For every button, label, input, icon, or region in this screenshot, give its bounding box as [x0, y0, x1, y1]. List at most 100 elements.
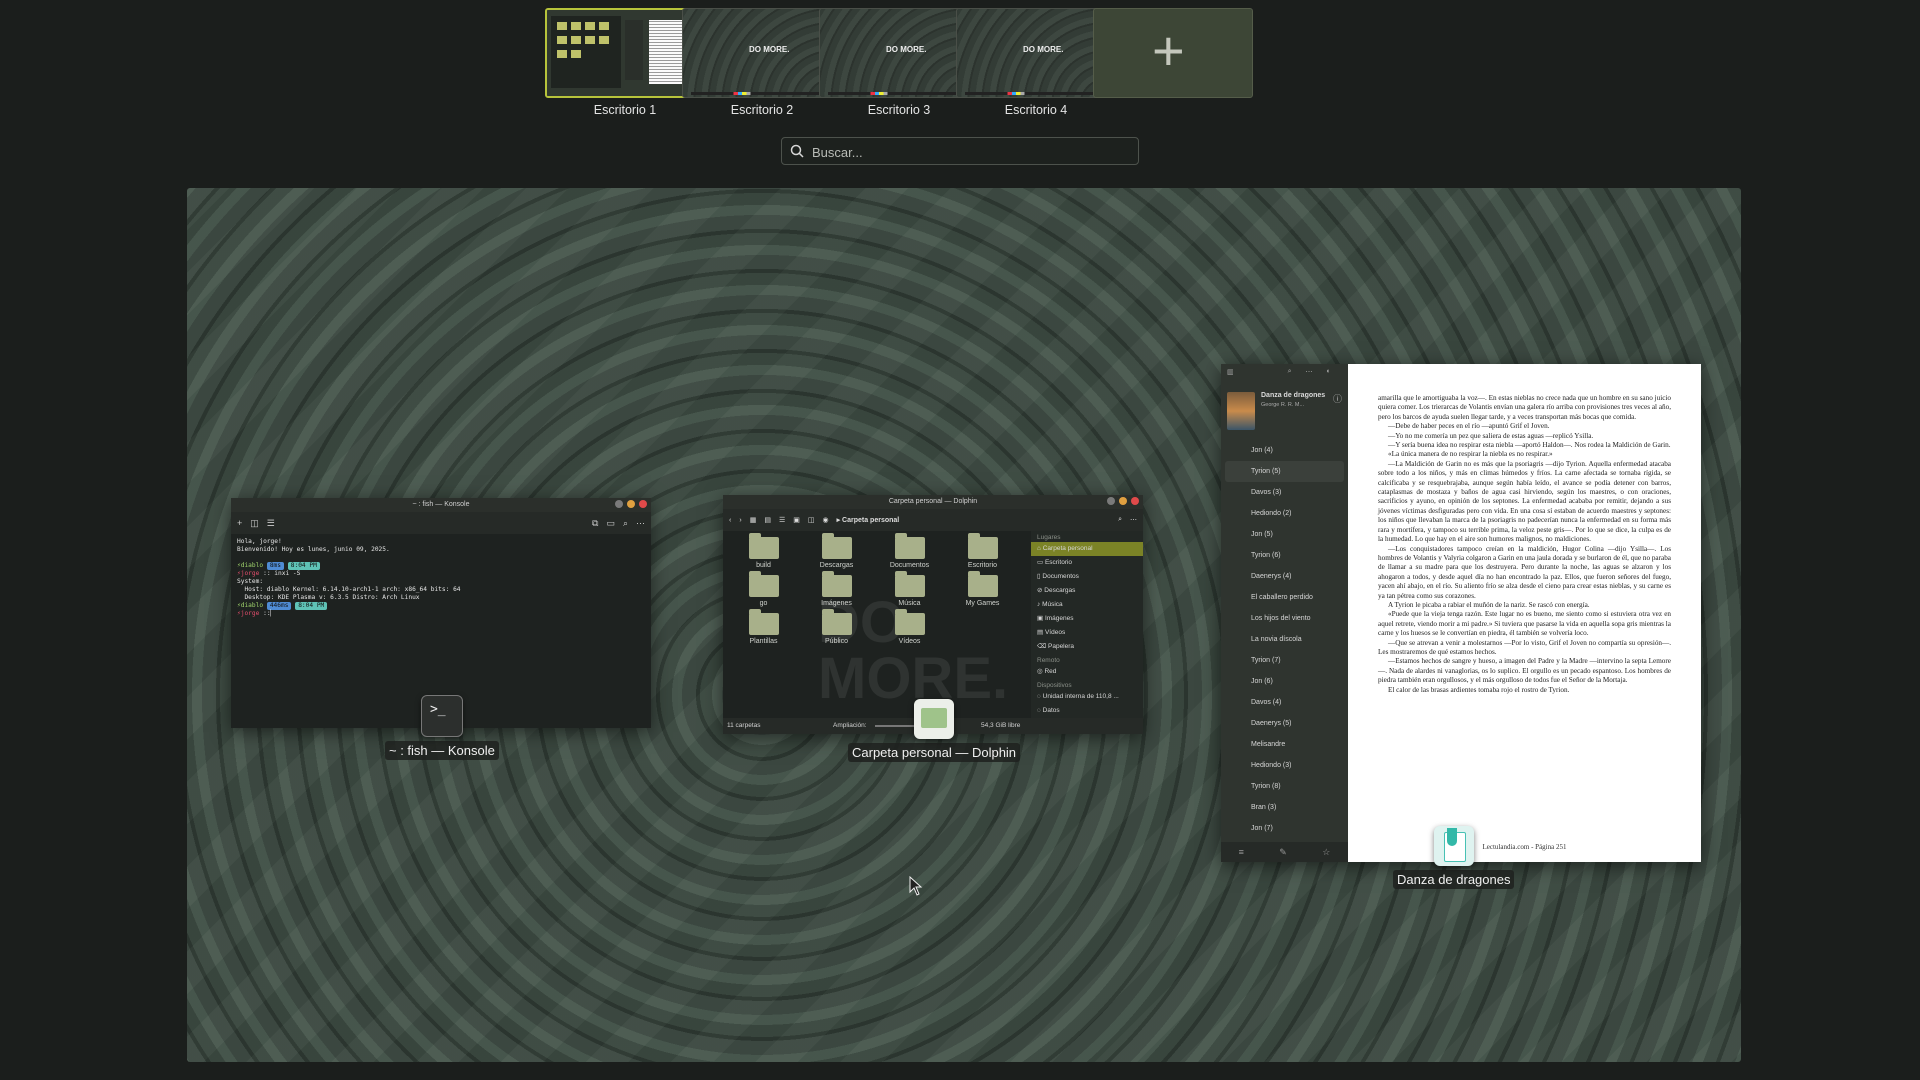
window-label: Danza de dragones: [1393, 870, 1515, 889]
window-titlebar[interactable]: ~ : fish — Konsole: [231, 498, 651, 512]
add-desktop-button[interactable]: +: [1093, 8, 1253, 98]
wallpaper-text: DO MORE.: [818, 590, 1009, 711]
back-icon[interactable]: ‹: [729, 517, 731, 524]
toc-item[interactable]: Tyrion (7): [1221, 650, 1348, 671]
folder-icon: [748, 571, 779, 597]
konsole-window[interactable]: ~ : fish — Konsole + ◫ ☰ ⧉ ▭ ⌕ ⋯ Hola, j…: [231, 498, 651, 728]
toc-item[interactable]: Daenerys (4): [1221, 566, 1348, 587]
toc-item[interactable]: La novia díscola: [1221, 629, 1348, 650]
annotations-tab-icon[interactable]: ✎: [1279, 847, 1287, 858]
menu-icon[interactable]: ⋯: [636, 518, 645, 529]
split-view-icon[interactable]: ◫: [250, 518, 259, 529]
desktop-thumbnail-4[interactable]: DO MORE. Escritorio 4: [956, 8, 1116, 117]
preview-icon[interactable]: ▣: [793, 516, 800, 524]
terminal-output[interactable]: Hola, jorge! Bienvenido! Hoy es lunes, j…: [231, 534, 651, 622]
toc-item[interactable]: Tyrion (5): [1225, 461, 1344, 482]
close-button[interactable]: [1131, 497, 1139, 505]
desktop-preview[interactable]: DO MORE.: [819, 8, 979, 98]
places-item[interactable]: ⌫ Papelera: [1031, 640, 1143, 654]
icons-view-icon[interactable]: ▦: [750, 516, 757, 524]
places-item[interactable]: ♪ Música: [1031, 598, 1143, 612]
desktop-thumbnail-1[interactable]: Escritorio 1: [545, 8, 705, 117]
toc-item[interactable]: Tyrion (6): [1221, 545, 1348, 566]
toc-item[interactable]: Tyrion (8): [1221, 776, 1348, 797]
table-of-contents: Jon (4) Tyrion (5) Davos (3) Hediondo (2) Jo…: [1221, 440, 1348, 839]
maximize-button[interactable]: [627, 500, 635, 508]
places-item[interactable]: ◌ Datos: [1031, 704, 1143, 718]
places-header: Lugares: [1037, 534, 1061, 541]
folder-count: 11 carpetas: [727, 722, 761, 729]
terminal-line: Bienvenido! Hoy es lunes, junio 09, 2025…: [237, 546, 390, 553]
toc-item[interactable]: Hediondo (3): [1221, 755, 1348, 776]
minimize-button[interactable]: [1107, 497, 1115, 505]
folder-item[interactable]: build: [727, 533, 800, 569]
split-icon[interactable]: ◫: [808, 516, 815, 524]
desktop-thumbnail-2[interactable]: DO MORE. Escritorio 2: [682, 8, 842, 117]
toc-item[interactable]: Hediondo (2): [1221, 503, 1348, 524]
places-item[interactable]: ▯ Documentos: [1031, 570, 1143, 584]
places-item[interactable]: ◌ Unidad interna de 110,8 ...: [1031, 690, 1143, 704]
folder-icon: [821, 609, 852, 635]
dolphin-app-tag[interactable]: Carpeta personal — Dolphin: [848, 699, 1021, 762]
toc-item[interactable]: Melisandre: [1221, 734, 1348, 755]
ebook-reader-window[interactable]: ▥ ⌕ ⋯ ◐ Danza de dragones George R. R. M…: [1221, 364, 1701, 862]
toc-item[interactable]: Davos (3): [1221, 482, 1348, 503]
maximize-button[interactable]: [1119, 497, 1127, 505]
new-tab-icon[interactable]: +: [237, 518, 242, 528]
search-icon[interactable]: ⌕: [1288, 368, 1292, 382]
folder-item[interactable]: go: [727, 571, 800, 607]
places-item[interactable]: ▭ Escritorio: [1031, 556, 1143, 570]
menu-icon[interactable]: ⋯: [1306, 368, 1313, 382]
close-button[interactable]: [639, 500, 647, 508]
remote-header: Remoto: [1037, 657, 1060, 664]
paste-icon[interactable]: ▭: [606, 518, 615, 529]
book-page[interactable]: amarilla que le amortiguaba la voz—. En …: [1348, 364, 1701, 862]
tabs-icon[interactable]: ☰: [267, 518, 275, 529]
forward-icon[interactable]: ›: [739, 517, 741, 524]
folder-item[interactable]: Escritorio: [946, 533, 1019, 569]
toc-item[interactable]: Los hijos del viento: [1221, 608, 1348, 629]
toc-item[interactable]: Jon (7): [1221, 818, 1348, 839]
toc-item[interactable]: Bran (3): [1221, 797, 1348, 818]
folder-item[interactable]: Descargas: [800, 533, 873, 569]
places-item[interactable]: ▣ Imágenes: [1031, 612, 1143, 626]
library-icon[interactable]: ▥: [1227, 368, 1234, 382]
toc-item[interactable]: Daenerys (5): [1221, 713, 1348, 734]
info-icon[interactable]: ⓘ: [1333, 392, 1342, 430]
places-item[interactable]: ◎ Red: [1031, 665, 1143, 679]
desktop-preview[interactable]: DO MORE.: [956, 8, 1116, 98]
prompt-user: ⚡jorge: [237, 570, 260, 577]
places-item[interactable]: ⊘ Descargas: [1031, 584, 1143, 598]
toc-item[interactable]: Jon (5): [1221, 524, 1348, 545]
minimize-button[interactable]: [615, 500, 623, 508]
search-box[interactable]: [781, 137, 1139, 165]
window-titlebar[interactable]: Carpeta personal — Dolphin: [723, 495, 1143, 509]
hidden-files-icon[interactable]: ◉: [822, 516, 828, 524]
toc-item[interactable]: Davos (4): [1221, 692, 1348, 713]
find-icon[interactable]: ⌕: [623, 518, 628, 529]
details-view-icon[interactable]: ☰: [779, 516, 785, 524]
desktop-thumbnail-3[interactable]: DO MORE. Escritorio 3: [819, 8, 979, 117]
toc-item[interactable]: Jon (6): [1221, 671, 1348, 692]
breadcrumb[interactable]: ▸ Carpeta personal: [837, 516, 900, 524]
desktop-preview[interactable]: [545, 8, 705, 98]
places-item[interactable]: ▤ Vídeos: [1031, 626, 1143, 640]
desktop-preview[interactable]: DO MORE.: [682, 8, 842, 98]
places-item[interactable]: ⌂ Carpeta personal: [1031, 542, 1143, 556]
toc-item[interactable]: Jon (4): [1221, 440, 1348, 461]
search-icon[interactable]: ⌕: [1118, 516, 1122, 524]
menu-icon[interactable]: ⋯: [1130, 516, 1137, 524]
folder-item[interactable]: Plantillas: [727, 609, 800, 645]
search-input[interactable]: [810, 141, 1134, 163]
reader-app-tag[interactable]: Danza de dragones: [1393, 826, 1515, 889]
folder-item[interactable]: Documentos: [873, 533, 946, 569]
wallpaper-text: DO MORE.: [1023, 45, 1064, 54]
bookmarks-tab-icon[interactable]: ☆: [1322, 847, 1330, 858]
file-view[interactable]: DO MORE. build Descargas Documentos Escr…: [723, 531, 1031, 711]
toc-item[interactable]: El caballero perdido: [1221, 587, 1348, 608]
compact-view-icon[interactable]: ▤: [764, 516, 771, 524]
close-sidebar-icon[interactable]: ◐: [1327, 368, 1331, 382]
toc-tab-icon[interactable]: ≡: [1239, 847, 1244, 857]
konsole-app-tag[interactable]: >_ ~ : fish — Konsole: [385, 695, 499, 760]
copy-icon[interactable]: ⧉: [592, 518, 598, 529]
